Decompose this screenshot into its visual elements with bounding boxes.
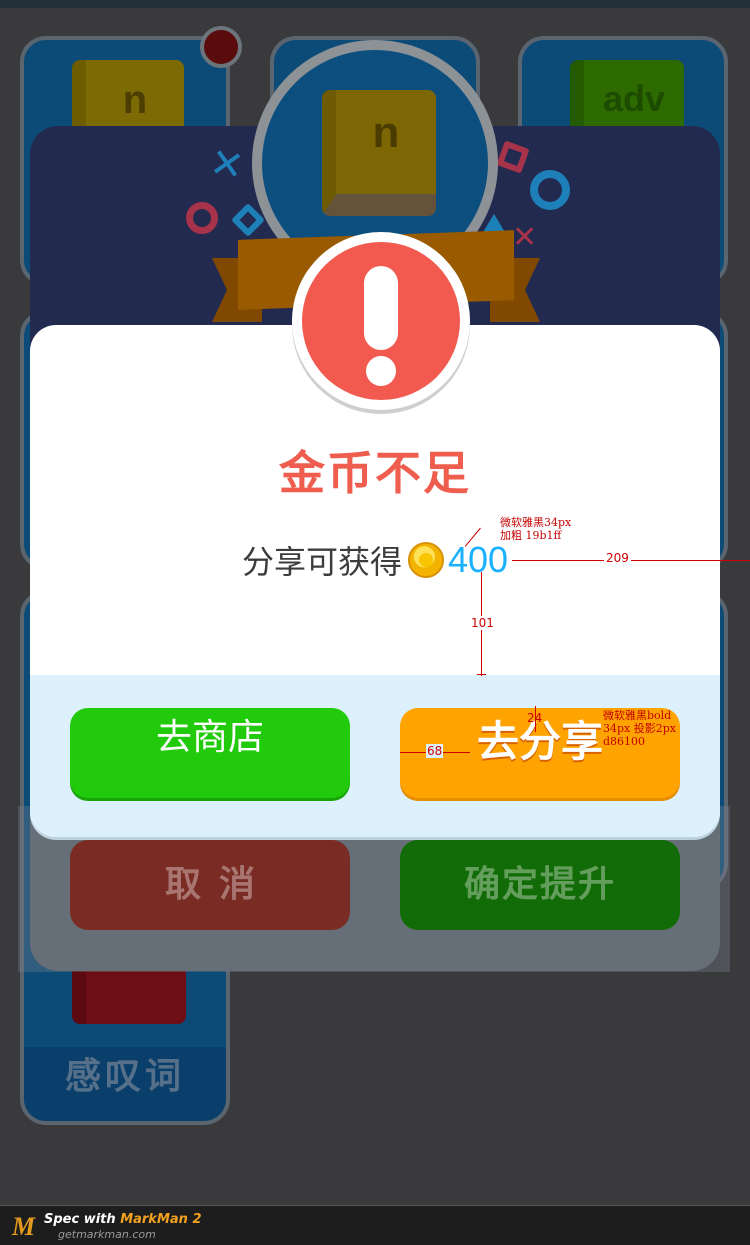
reward-label: 分享可获得 bbox=[241, 543, 402, 581]
card-word-label: 感叹词 bbox=[24, 1047, 226, 1121]
book-icon: n bbox=[322, 90, 436, 216]
reward-amount: 400 bbox=[447, 539, 509, 580]
footer-brand: MarkMan 2 bbox=[120, 1212, 202, 1227]
ring-decoration bbox=[530, 170, 570, 210]
ring-decoration bbox=[186, 202, 218, 234]
go-to-shop-button[interactable]: 去商店 bbox=[70, 708, 350, 798]
annotation-line: 34px 投影2px bbox=[603, 722, 676, 735]
medal-book-label: n bbox=[372, 108, 400, 157]
footer-spec-with: Spec with bbox=[44, 1212, 116, 1227]
measure-label: 209 bbox=[604, 551, 631, 565]
exclamation-bar bbox=[364, 266, 398, 350]
exclamation-dot bbox=[366, 356, 396, 386]
annotation-line: 微软雅黑bold bbox=[603, 709, 672, 722]
measure-label: 24 bbox=[527, 711, 543, 725]
dialog-title: 金币不足 bbox=[279, 446, 471, 500]
cross-decoration: ✕ bbox=[512, 220, 538, 255]
coin-icon bbox=[407, 542, 444, 578]
markman-logo: M bbox=[12, 1212, 36, 1241]
warning-icon-background bbox=[302, 242, 460, 400]
warning-icon bbox=[292, 232, 470, 410]
measure-label: 101 bbox=[470, 616, 495, 630]
measure-cap bbox=[477, 674, 486, 675]
book-label: n bbox=[122, 78, 148, 122]
footer-spec-text: Spec with MarkMan 2 bbox=[44, 1212, 202, 1227]
button-spec-annotation: 微软雅黑bold 34px 投影2px d86100 bbox=[603, 709, 676, 748]
markman-footer: M Spec with MarkMan 2 getmarkman.com bbox=[0, 1205, 750, 1245]
font-spec-annotation: 微软雅黑34px 加粗 19b1ff bbox=[500, 516, 571, 542]
measure-line-horizontal bbox=[512, 560, 750, 561]
annotation-line: 加粗 19b1ff bbox=[500, 529, 562, 542]
notification-dot bbox=[200, 26, 242, 68]
confirm-upgrade-button[interactable]: 确定提升 bbox=[400, 840, 680, 930]
status-strip bbox=[0, 0, 750, 8]
annotation-line: 微软雅黑34px bbox=[500, 516, 572, 529]
cancel-button[interactable]: 取消 bbox=[70, 840, 350, 930]
measure-label: 68 bbox=[426, 744, 444, 758]
footer-url[interactable]: getmarkman.com bbox=[58, 1228, 156, 1241]
annotation-line: d86100 bbox=[603, 735, 646, 748]
book-label: adv bbox=[602, 78, 666, 119]
